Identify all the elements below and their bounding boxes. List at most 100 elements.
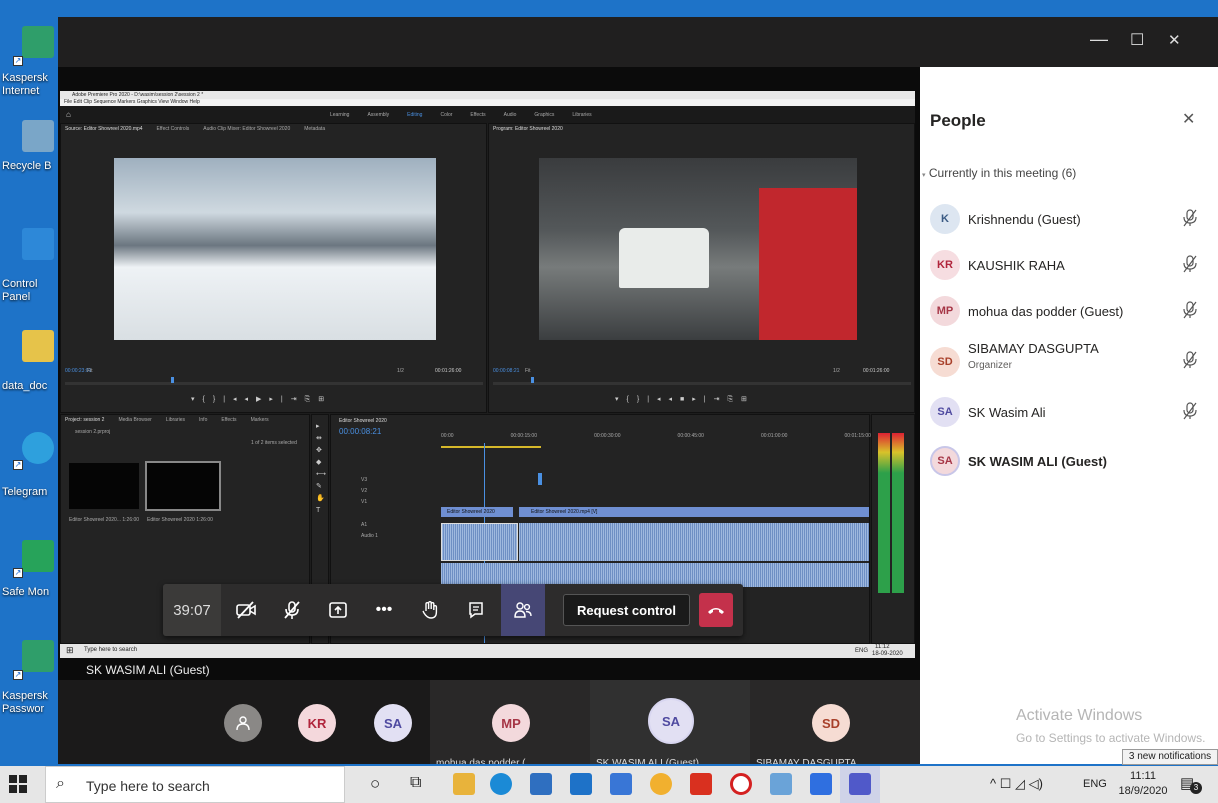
file-explorer-icon[interactable] [453, 773, 475, 795]
track-a1-label[interactable]: A1 [361, 520, 378, 531]
source-scrubber[interactable] [65, 382, 483, 385]
start-button[interactable] [8, 774, 28, 799]
participant-tile[interactable]: MP mohua das podder ( [430, 680, 590, 764]
clock[interactable]: 11:11 18/9/2020 [1118, 769, 1168, 799]
effects-tab[interactable]: Effects [221, 417, 236, 423]
source-tab[interactable]: Source: Editor Showreel 2020.mp4 [65, 126, 143, 132]
metadata-tab[interactable]: Metadata [304, 126, 325, 132]
source-monitor: Source: Editor Showreel 2020.mp4 Effect … [60, 123, 487, 413]
source-ratio[interactable]: 1/2 [397, 368, 404, 374]
workspace-assembly[interactable]: Assembly [367, 112, 389, 118]
program-duration: 00:01:26:00 [863, 368, 890, 374]
desktop-icon-control-panel[interactable]: Control Panel [0, 228, 62, 308]
home-icon[interactable]: ⌂ [66, 110, 71, 119]
chrome-icon[interactable] [650, 773, 672, 795]
language-indicator[interactable]: ENG [1083, 778, 1107, 790]
libraries-tab[interactable]: Libraries [166, 417, 185, 423]
marker-clip[interactable] [538, 473, 542, 485]
track-v2-label[interactable]: V2 [361, 486, 378, 497]
desktop-icon-data-doc[interactable]: data_doc [0, 330, 62, 400]
taskbar-search-box[interactable]: ⌕ Type here to search [45, 766, 345, 803]
source-fit[interactable]: Fit [87, 368, 93, 374]
workspace-learning[interactable]: Learning [330, 112, 349, 118]
hang-up-button[interactable] [699, 593, 733, 627]
edge-icon[interactable] [490, 773, 512, 795]
acrobat-icon[interactable] [690, 773, 712, 795]
track-v1-label[interactable]: V1 [361, 497, 378, 508]
participant-tile[interactable]: KR [278, 680, 358, 764]
chat-icon[interactable] [455, 584, 497, 636]
desktop-icon-telegram[interactable]: ↗ Telegram [0, 432, 62, 502]
markers-tab[interactable]: Markers [251, 417, 269, 423]
camera-off-icon[interactable] [225, 584, 267, 636]
workspace-audio[interactable]: Audio [504, 112, 517, 118]
participant-tile[interactable] [208, 680, 278, 764]
audio-mixer-tab[interactable]: Audio Clip Mixer: Editor Showreel 2020 [203, 126, 290, 132]
meeting-section-header[interactable]: ▾ Currently in this meeting (6) [922, 166, 1076, 180]
maximize-button[interactable]: ☐ [1130, 30, 1144, 50]
info-tab[interactable]: Info [199, 417, 207, 423]
effect-controls-tab[interactable]: Effect Controls [157, 126, 190, 132]
work-area-bar[interactable] [441, 446, 541, 448]
close-window-button[interactable]: ✕ [1168, 31, 1181, 49]
task-view-icon[interactable]: ⧉ [410, 774, 421, 792]
mic-off-icon[interactable] [271, 584, 313, 636]
program-ratio[interactable]: 1/2 [833, 368, 840, 374]
zoom-icon[interactable] [810, 773, 832, 795]
person-icon [236, 716, 250, 731]
program-fit[interactable]: Fit [525, 368, 531, 374]
minimize-button[interactable]: — [1090, 29, 1108, 50]
app-icon[interactable] [770, 773, 792, 795]
source-transport-controls[interactable]: ▾{}|◂◂▶▸|⇥⎘⊞ [191, 395, 332, 404]
project-tab[interactable]: Project: session 2 [65, 417, 104, 423]
media-browser-tab[interactable]: Media Browser [118, 417, 151, 423]
share-tray-icon[interactable] [317, 584, 359, 636]
recorder-icon[interactable] [730, 773, 752, 795]
track-v3-label[interactable]: V3 [361, 475, 378, 486]
clip-v1-b[interactable]: Editor Showreel 2020.mp4 [V] [519, 507, 869, 517]
participant-tile[interactable]: SA [358, 680, 438, 764]
clip-thumbnail-1[interactable] [69, 463, 139, 509]
workspace-graphics[interactable]: Graphics [534, 112, 554, 118]
desktop-icon-recycle-bin[interactable]: Recycle B [0, 120, 62, 190]
program-transport-controls[interactable]: ▾{}|◂◂■▸|⇥⎘⊞ [615, 395, 755, 404]
app-icon[interactable] [610, 773, 632, 795]
program-scrubber[interactable] [493, 382, 911, 385]
premiere-menu[interactable]: File Edit Clip Sequence Markers Graphics… [60, 99, 915, 106]
participant-row[interactable]: SD SIBAMAY DASGUPTA Organizer [920, 335, 1218, 389]
participant-tile[interactable]: SA SK WASIM ALI (Guest) [590, 680, 750, 764]
close-panel-button[interactable]: ✕ [1182, 109, 1195, 129]
audio-clip-a[interactable] [441, 523, 518, 561]
tool-icons[interactable]: ▸ ⇹ ✥ ◆ ⟷ ✎ ✋ T [316, 421, 326, 517]
source-playhead[interactable] [171, 377, 174, 383]
participant-row[interactable]: K Krishnendu (Guest) [920, 197, 1218, 242]
more-icon[interactable]: ••• [363, 584, 405, 636]
participant-row[interactable]: SA SK Wasim Ali [920, 390, 1218, 435]
store-icon[interactable] [530, 773, 552, 795]
desktop-icon-safe-money[interactable]: ↗ Safe Mon [0, 540, 62, 610]
raise-hand-icon[interactable] [409, 584, 451, 636]
participant-row[interactable]: SA SK WASIM ALI (Guest) [920, 439, 1218, 484]
workspace-color[interactable]: Color [440, 112, 452, 118]
workspace-editing[interactable]: Editing [407, 112, 422, 118]
clip-thumbnail-2[interactable] [145, 461, 221, 511]
program-playhead[interactable] [531, 377, 534, 383]
workspace-effects[interactable]: Effects [470, 112, 485, 118]
request-control-button[interactable]: Request control [563, 594, 690, 626]
cortana-icon[interactable]: ○ [370, 774, 380, 794]
desktop-icon-kaspersky-internet[interactable]: ↗ Kaspersk Internet [0, 18, 62, 98]
clip-v1-a[interactable]: Editor Showreel 2020 [441, 507, 513, 517]
mail-icon[interactable] [570, 773, 592, 795]
desktop-icon-kaspersky-password[interactable]: ↗ Kaspersk Passwor [0, 640, 62, 720]
tray-icons[interactable]: ^ ☐ ◿ ◁) [990, 776, 1043, 792]
teams-taskbar-button[interactable] [840, 766, 880, 803]
participant-tile[interactable]: SD SIBAMAY DASGUPTA [750, 680, 920, 764]
action-center-button[interactable]: ▤ 3 [1180, 774, 1202, 794]
audio-clip-b[interactable] [519, 523, 869, 561]
participant-row[interactable]: MP mohua das podder (Guest) [920, 289, 1218, 334]
participants-icon[interactable] [501, 584, 545, 636]
participant-row[interactable]: KR KAUSHIK RAHA [920, 243, 1218, 288]
program-tab[interactable]: Program: Editor Showreel 2020 [493, 126, 563, 132]
workspace-libraries[interactable]: Libraries [572, 112, 591, 118]
sequence-tab[interactable]: Editor Showreel 2020 [339, 418, 387, 424]
